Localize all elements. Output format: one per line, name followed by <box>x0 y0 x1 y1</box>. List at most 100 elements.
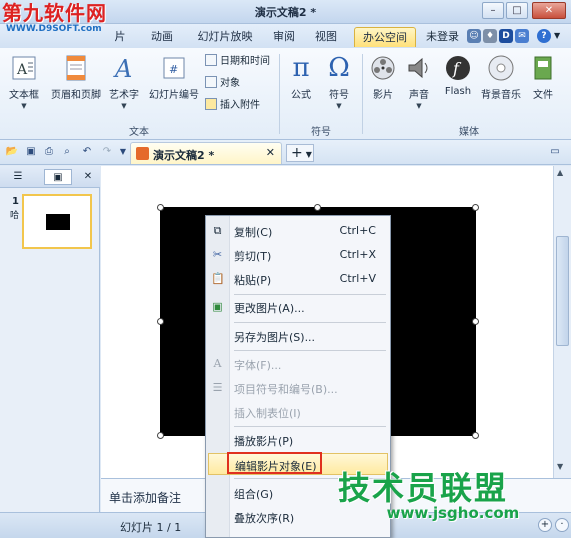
maximize-button[interactable]: □ <box>506 2 528 19</box>
date-time-label: 日期和时间 <box>220 56 270 67</box>
scrollbar-thumb[interactable] <box>556 236 569 346</box>
svg-text:#: # <box>169 63 178 76</box>
notes-placeholder: 单击添加备注 <box>109 491 182 505</box>
menu-item-play-movie[interactable]: 播放影片(P) <box>206 429 390 451</box>
group-divider <box>279 54 280 134</box>
shirt-icon[interactable]: ♦ <box>483 29 497 43</box>
background-music-label: 背景音乐 <box>481 90 521 101</box>
user-icon[interactable]: ☺ <box>467 29 481 43</box>
movie-button[interactable]: 影片 <box>368 54 398 101</box>
formula-button[interactable]: π 公式 <box>284 54 318 101</box>
flash-icon: f <box>446 56 470 80</box>
highlight-box <box>227 452 322 474</box>
scissors-icon: ✂ <box>212 248 223 261</box>
flash-button[interactable]: f Flash <box>440 54 476 97</box>
resize-handle[interactable] <box>314 204 321 211</box>
slide-side-text: 哈 <box>10 211 20 221</box>
textbox-icon: A <box>12 56 36 80</box>
header-footer-label: 页眉和页脚 <box>51 90 101 101</box>
print-preview-icon[interactable]: ⌕ <box>60 145 74 159</box>
tab-view[interactable]: 视图 <box>310 27 342 47</box>
resize-handle[interactable] <box>157 204 164 211</box>
sound-label: 声音 <box>409 90 429 101</box>
font-icon: A <box>213 357 222 370</box>
insert-attachment-button[interactable]: 插入附件 <box>205 98 260 114</box>
slide-number-label: 幻灯片编号 <box>149 90 199 101</box>
menu-item-bullets: ☰ 项目符号和编号(B)... <box>206 377 390 399</box>
customize-toolbar-icon[interactable]: ▼ <box>116 145 130 159</box>
login-status[interactable]: 未登录 <box>426 28 459 45</box>
menu-item-cut[interactable]: ✂ 剪切(T) Ctrl+X <box>206 244 390 266</box>
omega-icon: Ω <box>328 53 350 83</box>
copy-icon: ⧉ <box>213 224 222 237</box>
menu-item-save-as-picture[interactable]: 另存为图片(S)... <box>206 325 390 347</box>
film-reel-icon <box>371 56 395 80</box>
file-label: 文件 <box>533 90 553 101</box>
tab-slideshow[interactable]: 幻灯片放映 <box>192 27 258 47</box>
menu-item-label: 组合(G) <box>234 488 274 501</box>
textbox-button[interactable]: A 文本框 ▼ <box>6 54 42 110</box>
chevron-down-icon: ▼ <box>121 102 127 110</box>
menu-item-change-picture[interactable]: ▣ 更改图片(A)... <box>206 296 390 318</box>
tab-animation[interactable]: 动画 <box>142 27 182 47</box>
wordart-button[interactable]: A 艺术字 ▼ <box>106 54 142 110</box>
menu-item-label: 播放影片(P) <box>234 435 294 448</box>
vertical-scrollbar[interactable]: ▲ ▼ <box>553 166 571 478</box>
d-icon[interactable]: D <box>499 29 513 43</box>
textbox-label: 文本框 <box>9 90 39 101</box>
flash-label: Flash <box>444 86 472 97</box>
header-footer-button[interactable]: 页眉和页脚 <box>48 54 104 101</box>
change-picture-icon: ▣ <box>212 300 223 313</box>
menu-item-insert-tab-stop: 插入制表位(I) <box>206 401 390 423</box>
resize-handle[interactable] <box>157 318 164 325</box>
minimize-button[interactable]: – <box>482 2 504 19</box>
slide-thumbnail[interactable] <box>22 194 92 249</box>
panel-tabs: ☰ ▣ ✕ <box>0 166 100 188</box>
help-icon[interactable]: ? <box>537 29 551 43</box>
redo-icon[interactable]: ↷ <box>100 145 114 159</box>
resize-handle[interactable] <box>472 204 479 211</box>
resize-handle[interactable] <box>157 432 164 439</box>
svg-text:A: A <box>16 62 28 78</box>
scroll-up-icon[interactable]: ▲ <box>557 168 563 177</box>
close-tab-icon[interactable]: ✕ <box>266 146 275 159</box>
chevron-down-icon: ▼ <box>21 102 27 110</box>
file-icon <box>534 56 552 80</box>
undo-icon[interactable]: ↶ <box>80 145 94 159</box>
chevron-down-icon[interactable]: ▼ <box>554 31 560 40</box>
open-folder-icon[interactable]: 📂 <box>5 145 19 159</box>
save-icon[interactable]: ▣ <box>24 145 38 159</box>
print-icon[interactable]: ⎙ <box>42 145 56 159</box>
slides-tab[interactable]: ▣ <box>44 169 72 185</box>
slide-number-button[interactable]: # 幻灯片编号 <box>146 54 202 101</box>
movie-label: 影片 <box>373 90 393 101</box>
close-button[interactable]: ✕ <box>532 2 566 19</box>
ribbon: A 文本框 ▼ 页眉和页脚 A 艺术字 ▼ # 幻灯片编号 日期和时间 对象 插… <box>0 48 571 140</box>
menu-item-copy[interactable]: ⧉ 复制(C) Ctrl+C <box>206 220 390 242</box>
slide-number-icon: # <box>163 57 185 79</box>
document-tab[interactable]: 演示文稿2 * ✕ <box>130 142 282 164</box>
menu-item-shortcut: Ctrl+C <box>339 224 376 237</box>
tab-review[interactable]: 审阅 <box>268 27 300 47</box>
sound-button[interactable]: 声音 ▼ <box>404 54 434 110</box>
date-time-button[interactable]: 日期和时间 <box>205 54 270 70</box>
resize-handle[interactable] <box>472 432 479 439</box>
chevron-down-icon: ▼ <box>416 102 422 110</box>
resize-handle[interactable] <box>472 318 479 325</box>
chat-icon[interactable]: ✉ <box>515 29 529 43</box>
object-button[interactable]: 对象 <box>205 76 240 92</box>
outline-tab[interactable]: ☰ <box>4 169 32 185</box>
bullets-icon: ☰ <box>212 381 223 394</box>
menu-item-paste[interactable]: 📋 粘贴(P) Ctrl+V <box>206 268 390 290</box>
close-panel-icon[interactable]: ✕ <box>80 169 96 185</box>
symbol-button[interactable]: Ω 符号 ▼ <box>320 54 358 110</box>
menu-separator <box>234 426 386 427</box>
background-music-button[interactable]: 背景音乐 <box>478 54 524 101</box>
panel-toggle-icon[interactable]: ▭ <box>548 145 562 159</box>
file-button[interactable]: 文件 <box>528 54 558 101</box>
object-icon <box>205 76 217 88</box>
new-tab-button[interactable]: + ▼ <box>286 144 314 162</box>
logo-url: WWW.D9SOFT.com <box>6 24 102 34</box>
slide-number: 1 <box>12 196 19 207</box>
tab-office-space[interactable]: 办公空间 <box>354 27 416 47</box>
